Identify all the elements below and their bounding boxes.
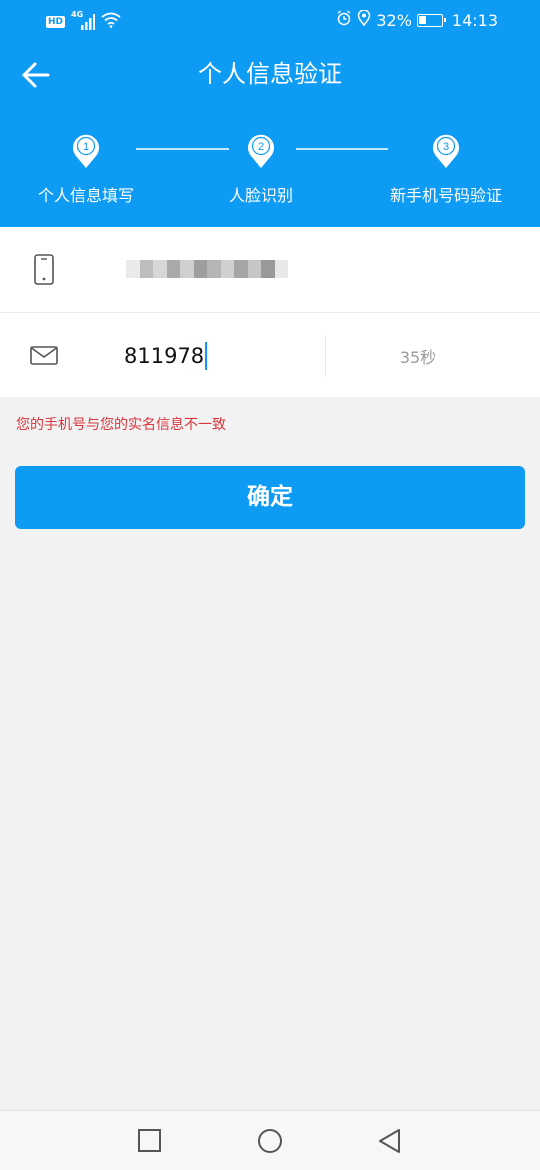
step-connector: [136, 148, 229, 150]
verification-code-value: 811978: [124, 344, 205, 368]
error-message: 您的手机号与您的实名信息不一致: [16, 417, 226, 433]
home-icon[interactable]: [256, 1127, 284, 1155]
code-row: 811978 35秒: [0, 312, 540, 397]
page-title: 个人信息验证: [198, 60, 342, 88]
wifi-icon: [101, 12, 121, 32]
network-type-label: 4G: [71, 10, 84, 19]
status-right: 32% 14:13: [336, 9, 498, 30]
battery-icon: [416, 13, 446, 27]
status-left: HD 4G: [46, 10, 121, 32]
step-connector: [296, 148, 388, 150]
masked-phone-number: [126, 260, 288, 278]
battery-fill: [418, 15, 426, 24]
step-2-label: 人脸识别: [228, 186, 293, 205]
hd-icon: HD: [46, 16, 66, 28]
nav-back-icon[interactable]: [376, 1127, 404, 1155]
location-icon: [357, 9, 371, 30]
alarm-icon: [336, 10, 352, 30]
text-cursor: [205, 342, 208, 370]
verification-code-input[interactable]: 811978: [124, 341, 208, 371]
step-2-number: 2: [258, 141, 264, 153]
confirm-button[interactable]: 确定: [15, 466, 525, 529]
phone-row: [0, 227, 540, 312]
resend-countdown: 35秒: [399, 348, 437, 367]
battery-percent: 32%: [376, 10, 412, 30]
step-3-label: 新手机号码验证: [389, 186, 502, 205]
step-1-number: 1: [83, 141, 89, 153]
verification-form: 811978 35秒: [0, 227, 540, 397]
system-nav-bar: [0, 1110, 540, 1170]
step-3-marker-icon: 3: [433, 134, 459, 168]
clock: 14:13: [451, 10, 498, 30]
step-2-marker-icon: 2: [248, 134, 274, 168]
step-1-label: 个人信息填写: [37, 186, 134, 205]
step-indicator: 1 2 3 个人信息填写 人脸识别 新手机号码验证: [0, 128, 540, 218]
step-1-marker-icon: 1: [73, 134, 99, 168]
status-bar: HD 4G 32% 14:13: [0, 0, 540, 42]
recent-apps-icon[interactable]: [136, 1127, 164, 1155]
step-3-number: 3: [443, 141, 449, 153]
phone-icon: [34, 254, 54, 285]
signal-icon: 4G: [71, 10, 96, 30]
header: HD 4G 32% 14:13 个人信息验证 1 2 3 个人信息填写 人脸识别…: [0, 0, 540, 227]
envelope-icon: [30, 346, 58, 365]
